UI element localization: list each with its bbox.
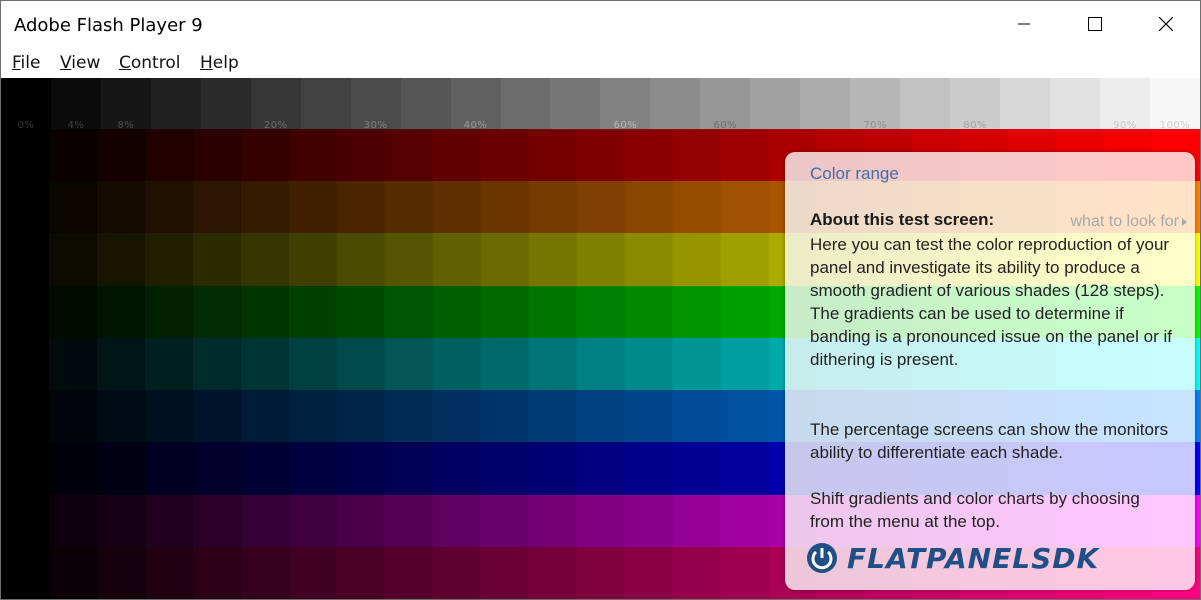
grayscale-step: 40% (450, 78, 501, 131)
minimize-button[interactable] (989, 1, 1058, 47)
grayscale-step (800, 78, 851, 129)
maximize-button[interactable] (1060, 1, 1129, 47)
flatpanelsdk-logo: FLATPANELSDK (805, 541, 1099, 575)
grayscale-step (1050, 78, 1100, 129)
grayscale-step (400, 78, 451, 129)
grayscale-step: 100% (1149, 78, 1200, 131)
menu-help[interactable]: Help (200, 53, 239, 73)
arrow-right-icon (1182, 218, 1187, 226)
minimize-icon (1017, 23, 1030, 25)
grayscale-step (550, 78, 601, 129)
flash-player-window: Adobe Flash Player 9 File View Control H… (0, 0, 1201, 600)
panel-paragraph-2: The percentage screens can show the moni… (810, 420, 1169, 462)
grayscale-step: 90% (1099, 78, 1150, 131)
logo-text: FLATPANELSDK (847, 541, 1100, 575)
grayscale-step: 30% (350, 78, 401, 131)
grayscale-step: 80% (950, 78, 1001, 131)
grayscale-step (200, 78, 251, 129)
grayscale-step: 0% (1, 78, 51, 131)
menu-view-accesskey: V (60, 53, 72, 73)
menu-view-label: iew (71, 53, 101, 73)
what-to-look-for-link[interactable]: what to look for (1070, 213, 1187, 231)
menu-help-accesskey: H (200, 53, 213, 73)
flash-content: 0% 4% 8% 20% 30% 40% 60% 60% 70% 80% 90% 100% Color… (1, 78, 1200, 599)
menu-control-accesskey: C (119, 53, 131, 73)
grayscale-step (650, 78, 701, 129)
grayscale-step (300, 78, 351, 129)
menu-control[interactable]: Control (119, 53, 180, 73)
grayscale-step (150, 78, 201, 129)
panel-title: Color range (810, 164, 899, 183)
panel-paragraph-3: Shift gradients and color charts by choo… (810, 489, 1140, 531)
close-button[interactable] (1131, 1, 1200, 47)
grayscale-step (500, 78, 551, 129)
grayscale-step (1000, 78, 1051, 129)
grayscale-step: 4% (50, 78, 101, 131)
maximize-icon (1087, 17, 1102, 31)
grayscale-step: 8% (100, 78, 151, 131)
menu-view[interactable]: View (60, 53, 100, 73)
menu-help-label: elp (212, 53, 239, 73)
menu-file[interactable]: File (12, 53, 40, 73)
grayscale-step: 60% (700, 78, 751, 131)
grayscale-step (900, 78, 951, 129)
grayscale-steps: 0% 4% 8% 20% 30% 40% 60% 60% 70% 80% 90% 100% (1, 78, 1200, 131)
grayscale-step: 20% (250, 78, 301, 131)
what-to-look-for-label: what to look for (1070, 213, 1180, 230)
about-heading: About this test screen: (810, 210, 995, 229)
menu-control-label: ontrol (130, 53, 181, 73)
grayscale-step: 60% (600, 78, 651, 131)
grayscale-step (750, 78, 801, 129)
menu-bar: File View Control Help (1, 47, 1200, 77)
grayscale-step: 70% (850, 78, 901, 131)
panel-paragraph-1: Here you can test the color reproduction… (810, 235, 1172, 369)
power-icon (807, 543, 837, 573)
title-bar: Adobe Flash Player 9 (1, 1, 1200, 47)
window-title: Adobe Flash Player 9 (14, 15, 203, 36)
info-panel: Color range About this test screen: what… (785, 152, 1195, 590)
menu-file-label: ile (20, 53, 41, 73)
menu-file-accesskey: F (12, 53, 21, 73)
close-icon (1158, 17, 1173, 31)
